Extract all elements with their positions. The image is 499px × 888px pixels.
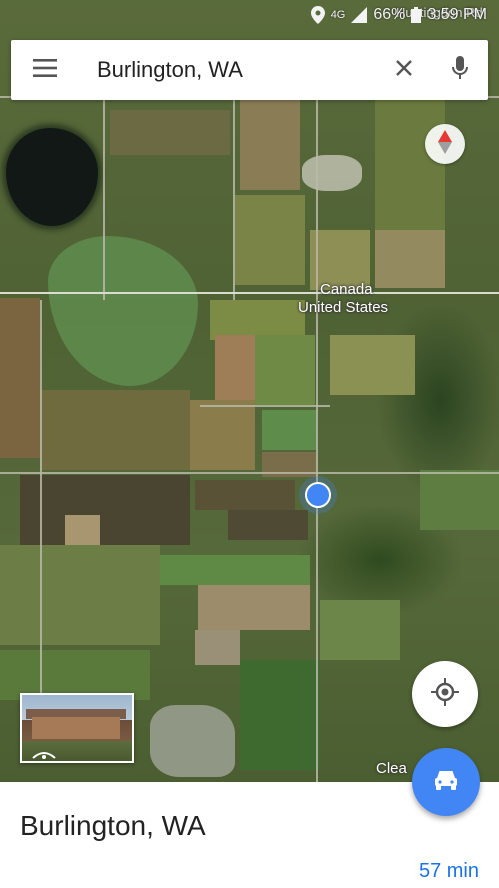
field [375, 230, 445, 288]
field [330, 335, 415, 395]
field [240, 660, 320, 770]
label-canada: Canada [320, 281, 373, 298]
field [198, 585, 310, 630]
location-icon [310, 6, 325, 24]
road [316, 100, 318, 782]
quarry [150, 705, 235, 777]
road [233, 100, 235, 300]
field [160, 555, 310, 585]
field [195, 630, 240, 665]
satellite-map[interactable]: Canada United States Huntingdon Rd Clea [0, 0, 499, 782]
signal-icon [351, 7, 368, 23]
wetland [48, 236, 198, 386]
street-view-thumbnail[interactable] [20, 693, 134, 763]
road [40, 300, 42, 700]
compass-button[interactable] [425, 124, 465, 164]
field [210, 300, 305, 340]
battery-icon [411, 7, 422, 23]
gravel-pit [302, 155, 362, 191]
field [320, 600, 400, 660]
menu-button[interactable] [11, 40, 79, 100]
label-place: Clea [376, 760, 407, 777]
panorama-icon [32, 747, 56, 761]
microphone-icon [452, 55, 468, 85]
field [40, 390, 190, 470]
place-title: Burlington, WA [20, 810, 206, 841]
building [32, 717, 120, 739]
clock: 3:59 PM [427, 6, 487, 23]
field [20, 475, 190, 545]
voice-search-button[interactable] [432, 40, 488, 100]
lake [6, 128, 98, 226]
field [0, 545, 160, 645]
search-bar[interactable]: Burlington, WA [11, 40, 488, 100]
current-location-dot [305, 482, 331, 508]
field [255, 335, 315, 405]
my-location-button[interactable] [412, 661, 478, 727]
field [375, 100, 445, 230]
eta-label: 57 min [418, 860, 479, 882]
field [190, 400, 255, 470]
field [110, 110, 230, 155]
clear-search-button[interactable] [376, 40, 432, 100]
field [262, 410, 317, 450]
my-location-icon [431, 677, 459, 711]
directions-button[interactable] [412, 748, 480, 816]
field [240, 100, 300, 190]
battery-percent: 66% [373, 6, 406, 23]
field [0, 298, 40, 458]
label-united-states: United States [298, 299, 389, 316]
compass-icon [438, 129, 452, 159]
field [195, 480, 295, 510]
car-icon [433, 769, 459, 796]
network-label: 4G [330, 9, 346, 21]
field [215, 335, 255, 405]
field [235, 195, 305, 285]
road [200, 405, 330, 407]
status-bar: 4G 66% 3:59 PM [0, 0, 499, 30]
field [420, 470, 499, 530]
international-border [0, 292, 499, 294]
search-input[interactable]: Burlington, WA [79, 57, 376, 83]
field [228, 510, 308, 540]
close-icon [395, 59, 413, 82]
road [0, 472, 499, 474]
menu-icon [33, 58, 57, 82]
